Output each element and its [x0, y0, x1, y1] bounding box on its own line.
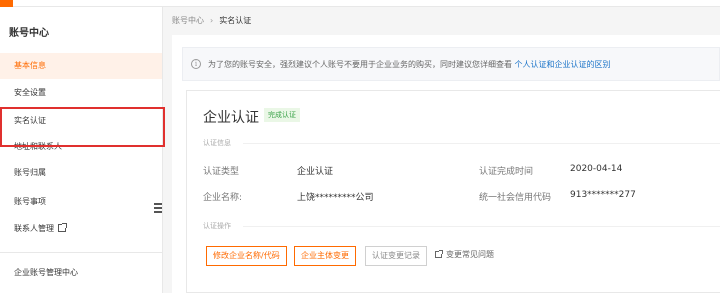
field-label-time: 认证完成时间 — [479, 167, 534, 177]
external-link-icon — [435, 250, 443, 258]
sidebar-item-label: 账号事项 — [14, 197, 46, 206]
field-label-name: 企业名称: — [203, 193, 243, 203]
top-bar — [0, 0, 720, 7]
sidebar: 账号中心 基本信息 安全设置 实名认证 地址和联系人 账号归属 账号事项 联系人… — [0, 7, 163, 293]
brand-accent — [0, 0, 13, 7]
sidebar-item-label: 企业账号管理中心 — [14, 268, 78, 277]
faq-label: 变更常见问题 — [446, 250, 494, 259]
field-value-time: 2020-04-14 — [570, 164, 623, 174]
info-icon: i — [191, 59, 201, 69]
breadcrumb-separator: › — [210, 16, 214, 25]
card-title: 企业认证 — [203, 110, 259, 126]
field-value-name: 上饶*********公司 — [297, 193, 374, 203]
notice-text: 为了您的账号安全，强烈建议个人账号不要用于企业业务的购买，同时建议您详细查看 个… — [208, 60, 611, 69]
main-content: i 为了您的账号安全，强烈建议个人账号不要用于企业业务的购买，同时建议您详细查看… — [172, 35, 720, 293]
sidebar-item-label: 账号归属 — [14, 168, 46, 177]
sidebar-item-security[interactable]: 安全设置 — [0, 80, 162, 106]
subject-change-button[interactable]: 企业主体变更 — [294, 246, 356, 266]
section-label-ops: 认证操作 — [203, 222, 231, 230]
change-records-button[interactable]: 认证变更记录 — [365, 246, 427, 266]
field-value-code: 913*******277 — [570, 190, 636, 200]
sidebar-title: 账号中心 — [9, 28, 49, 39]
section-divider — [243, 143, 720, 144]
sidebar-item-ownership[interactable]: 账号归属 — [0, 160, 162, 186]
field-label-code: 统一社会信用代码 — [479, 193, 552, 203]
sidebar-item-basic-info[interactable]: 基本信息 — [0, 53, 162, 79]
section-label-info: 认证信息 — [203, 139, 231, 147]
sidebar-item-matters[interactable]: 账号事项 — [0, 189, 162, 215]
sidebar-item-label: 基本信息 — [14, 61, 46, 70]
modify-name-code-button[interactable]: 修改企业名称/代码 — [206, 246, 287, 266]
collapse-menu-icon[interactable] — [153, 201, 163, 215]
sidebar-item-contacts[interactable]: 联系人管理 — [0, 216, 162, 242]
notice-banner: i 为了您的账号安全，强烈建议个人账号不要用于企业业务的购买，同时建议您详细查看… — [182, 47, 720, 81]
section-divider — [243, 226, 720, 227]
external-link-icon — [58, 223, 67, 232]
certification-card: 企业认证 完成认证 认证信息 认证类型 企业认证 认证完成时间 2020-04-… — [186, 90, 720, 293]
status-badge: 完成认证 — [264, 108, 300, 122]
sidebar-divider — [0, 252, 162, 253]
field-label-type: 认证类型 — [203, 167, 240, 177]
breadcrumb-root[interactable]: 账号中心 — [172, 16, 204, 25]
sidebar-item-enterprise-center[interactable]: 企业账号管理中心 — [0, 260, 162, 286]
notice-link[interactable]: 个人认证和企业认证的区别 — [515, 60, 611, 69]
highlight-annotation — [0, 107, 165, 147]
field-value-type: 企业认证 — [297, 167, 334, 177]
breadcrumb-current: 实名认证 — [219, 16, 252, 25]
faq-link[interactable]: 变更常见问题 — [435, 249, 494, 260]
breadcrumb: 账号中心 › 实名认证 — [172, 15, 251, 26]
sidebar-item-label: 安全设置 — [14, 88, 46, 97]
sidebar-item-label: 联系人管理 — [14, 224, 54, 233]
